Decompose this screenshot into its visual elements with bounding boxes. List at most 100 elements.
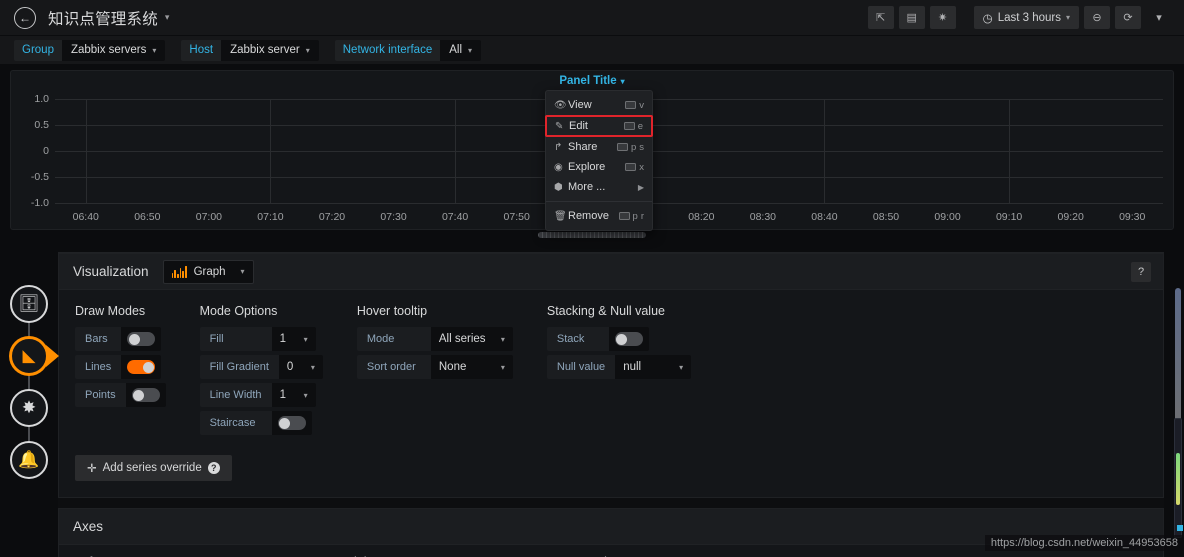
x-axis-tick-label: 08:40 <box>811 211 838 223</box>
panel-editor-sidebar: 🗄 ◣ ✸ 🔔 <box>10 285 48 479</box>
share-arrow-icon: ↱ <box>554 141 563 153</box>
variable-host: Host Zabbix server ▾ <box>181 39 319 61</box>
pencil-square-icon: ✎ <box>555 120 564 132</box>
menu-item-share[interactable]: ↱ Share p s <box>546 137 652 157</box>
dashboard-settings-button[interactable]: ✷ <box>929 6 956 29</box>
x-axis-tick-label: 08:30 <box>749 211 777 223</box>
lines-toggle[interactable] <box>127 360 156 374</box>
bell-icon: 🔔 <box>18 450 40 469</box>
visualization-section-title: Visualization <box>73 264 149 279</box>
page-vertical-scrollbar[interactable] <box>1174 418 1182 538</box>
variable-value-host: Zabbix server <box>230 44 300 56</box>
shortcut-key: p <box>630 141 637 153</box>
y-axis-tick-label: -0.5 <box>30 171 49 183</box>
x-axis-tick-label: 07:40 <box>441 211 469 223</box>
fill-gradient-select[interactable]: 0 ▾ <box>278 355 323 379</box>
keyboard-icon <box>625 163 637 171</box>
y-axis-tick-label: 0.5 <box>34 119 49 131</box>
sidebar-item-alerts[interactable]: 🔔 <box>10 441 48 479</box>
visualization-options-columns: Draw Modes Bars Lines Points Mode Options Fil… <box>59 304 1163 439</box>
keyboard-icon <box>623 122 635 130</box>
option-field: Line Width 1 ▾ <box>199 383 323 407</box>
stack-toggle-label: Stack <box>546 327 609 351</box>
zoom-out-button[interactable]: ⊖ <box>1084 6 1110 29</box>
variable-select-network-interface[interactable]: All ▾ <box>440 39 482 61</box>
time-range-picker[interactable]: ◷ Last 3 hours ▾ <box>973 6 1079 29</box>
fill-gradient-select-label: Fill Gradient <box>199 355 279 379</box>
variable-network-interface: Network interface All ▾ <box>334 39 482 61</box>
keyboard-icon <box>618 212 630 220</box>
chevron-down-icon: ▾ <box>1156 12 1162 24</box>
dashboard-title-chevron-down-icon[interactable]: ▾ <box>165 12 170 23</box>
variable-select-group[interactable]: Zabbix servers ▾ <box>61 39 166 61</box>
shortcut-key: r <box>640 210 644 222</box>
shortcut-key: v <box>639 99 644 111</box>
fill-select[interactable]: 1 ▾ <box>271 327 316 351</box>
sidebar-item-general[interactable]: ✸ <box>10 389 48 427</box>
menu-item-more[interactable]: ⬢ More ... ▶ <box>546 177 652 197</box>
back-button[interactable]: ← <box>14 6 36 29</box>
keyboard-shortcut: e <box>623 121 643 132</box>
menu-item-view[interactable]: 👁 View v <box>546 95 652 115</box>
visualization-type-select[interactable]: Graph ▾ <box>162 259 254 284</box>
chevron-down-icon: ▾ <box>679 362 684 372</box>
sidebar-connector <box>28 375 30 389</box>
tooltip-sort-order-select-value: None <box>438 361 467 373</box>
x-axis-tick-label: 06:50 <box>134 211 161 223</box>
chevron-down-icon: ▾ <box>500 334 505 344</box>
add-series-override-button[interactable]: ✛ Add series override ? <box>75 455 232 481</box>
editor-vertical-scrollbar[interactable] <box>1175 288 1181 438</box>
refresh-icon: ⟳ <box>1123 12 1133 24</box>
option-field: Bars <box>75 327 166 351</box>
visualization-section-header: Visualization Graph ▾ ? <box>59 254 1163 290</box>
variable-select-host[interactable]: Zabbix server ▾ <box>221 39 319 61</box>
line-width-select[interactable]: 1 ▾ <box>271 383 316 407</box>
visualization-help-button[interactable]: ? <box>1131 262 1151 282</box>
top-navigation-actions: ⇱ ▤ ✷ ◷ Last 3 hours ▾ ⊖ ⟳ ▾ <box>867 6 1172 29</box>
menu-item-share-label: Share <box>568 141 598 153</box>
chevron-down-icon: ▾ <box>310 362 315 372</box>
option-field: Staircase <box>199 411 323 435</box>
sidebar-item-visualization[interactable]: ◣ <box>10 337 48 375</box>
gear-wrench-icon: ✸ <box>21 398 37 417</box>
tooltip-sort-order-select[interactable]: None ▾ <box>430 355 513 379</box>
variable-label-network-interface: Network interface <box>334 39 441 61</box>
null-value-select[interactable]: null ▾ <box>615 355 692 379</box>
options-column-title: Draw Modes <box>75 304 146 318</box>
area-graph-icon: ◣ <box>22 346 36 365</box>
bars-toggle[interactable] <box>127 332 155 346</box>
trash-icon: 🗑 <box>554 210 567 222</box>
sidebar-item-queries[interactable]: 🗄 <box>10 285 48 323</box>
menu-divider <box>546 201 652 202</box>
stack-toggle[interactable] <box>614 332 643 346</box>
panel-title-menu[interactable]: Panel Title ▾ <box>559 75 624 87</box>
lines-toggle-container <box>121 355 162 379</box>
add-series-override-label: Add series override <box>102 462 202 474</box>
options-column-title: Mode Options <box>199 304 278 318</box>
shortcut-key: s <box>639 141 644 153</box>
menu-item-edit[interactable]: ✎ Edit e <box>545 115 653 137</box>
variable-label-host: Host <box>181 39 222 61</box>
save-dashboard-button[interactable]: ▤ <box>898 6 925 29</box>
gear-icon: ✷ <box>938 12 948 24</box>
x-axis-tick-label: 07:20 <box>318 211 346 223</box>
menu-item-explore[interactable]: ◉ Explore x <box>546 157 652 177</box>
staircase-toggle[interactable] <box>277 416 306 430</box>
refresh-button[interactable]: ⟳ <box>1115 6 1141 29</box>
tooltip-mode-select[interactable]: All series ▾ <box>430 327 513 351</box>
clock-icon: ◷ <box>982 12 993 25</box>
menu-item-more-label: More ... <box>568 181 606 193</box>
chevron-down-icon: ▾ <box>240 267 245 276</box>
share-dashboard-button[interactable]: ⇱ <box>867 6 894 29</box>
x-axis-tick-label: 07:30 <box>380 211 407 223</box>
panel-header: Panel Title ▾ <box>11 71 1173 91</box>
variable-label-group: Group <box>14 39 62 61</box>
panel-resize-handle[interactable] <box>538 232 646 238</box>
menu-item-remove[interactable]: 🗑 Remove p r <box>546 206 652 226</box>
points-toggle[interactable] <box>131 388 160 402</box>
menu-item-edit-label: Edit <box>569 120 588 132</box>
null-value-select-value: null <box>623 361 642 373</box>
option-field: Fill 1 ▾ <box>199 327 323 351</box>
refresh-interval-dropdown[interactable]: ▾ <box>1146 6 1172 29</box>
cube-icon: ⬢ <box>554 181 563 193</box>
